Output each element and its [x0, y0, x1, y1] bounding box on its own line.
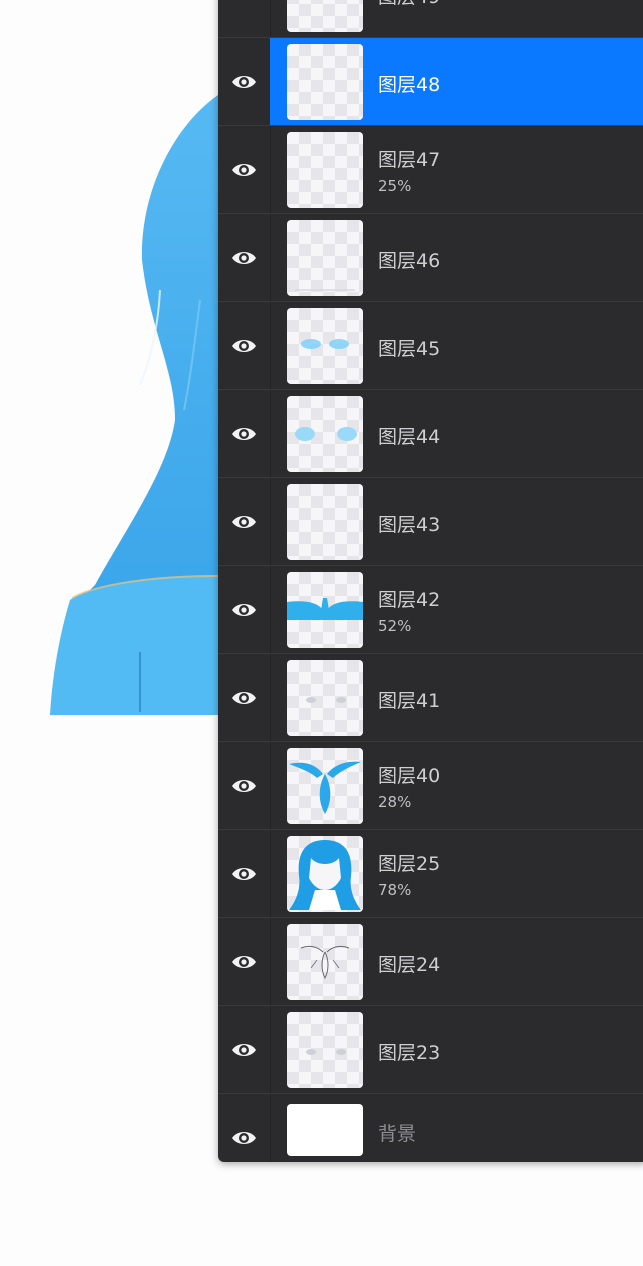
layer-name: 图层25	[378, 853, 441, 875]
layer-name: 图层47	[378, 149, 441, 171]
layer-thumbnail[interactable]	[287, 44, 363, 120]
layer-row[interactable]: 图层23	[218, 1006, 643, 1094]
layer-opacity: 28%	[378, 793, 412, 811]
layer-thumbnail[interactable]	[287, 572, 363, 648]
layer-row-background[interactable]: 背景	[218, 1094, 643, 1162]
layer-row[interactable]: 图层40 28%	[218, 742, 643, 830]
layer-row[interactable]: 图层42 52%	[218, 566, 643, 654]
layer-thumbnail[interactable]	[287, 836, 363, 912]
layer-name: 图层24	[378, 954, 441, 976]
layer-name: 背景	[378, 1123, 417, 1145]
layer-thumbnail[interactable]	[287, 220, 363, 296]
eye-icon[interactable]	[230, 0, 258, 6]
eye-icon[interactable]	[230, 422, 258, 446]
layer-opacity: 52%	[378, 617, 412, 635]
eye-icon[interactable]	[230, 334, 258, 358]
eye-icon[interactable]	[230, 598, 258, 622]
eye-icon[interactable]	[230, 158, 258, 182]
layer-thumbnail[interactable]	[287, 308, 363, 384]
layer-thumbnail[interactable]	[287, 1104, 363, 1156]
layer-name: 图层23	[378, 1042, 441, 1064]
eye-icon[interactable]	[230, 774, 258, 798]
layer-row[interactable]: 图层41	[218, 654, 643, 742]
layer-name: 图层49	[378, 0, 440, 9]
layer-name: 图层42	[378, 589, 441, 611]
layer-thumbnail[interactable]	[287, 660, 363, 736]
layer-thumbnail[interactable]	[287, 748, 363, 824]
layer-thumbnail[interactable]	[287, 132, 363, 208]
layer-row[interactable]: 图层48	[218, 38, 643, 126]
layer-row[interactable]: 图层43	[218, 478, 643, 566]
layer-row[interactable]: 图层49	[218, 0, 643, 38]
eye-icon[interactable]	[230, 246, 258, 270]
layer-name: 图层48	[378, 74, 441, 96]
layer-row[interactable]: 图层46	[218, 214, 643, 302]
layer-row[interactable]: 图层25 78%	[218, 830, 643, 918]
layer-thumbnail[interactable]	[287, 0, 363, 32]
layer-opacity: 78%	[378, 881, 412, 899]
layers-panel: 图层49图层48图层4725%图层46图层45图层44图层43图层4252%图层…	[218, 0, 643, 1162]
layer-name: 图层45	[378, 338, 441, 360]
layer-name: 图层46	[378, 250, 441, 272]
layer-name: 图层40	[378, 765, 441, 787]
eye-icon[interactable]	[230, 1038, 258, 1062]
eye-icon[interactable]	[230, 862, 258, 886]
layer-row[interactable]: 图层47 25%	[218, 126, 643, 214]
eye-icon[interactable]	[230, 950, 258, 974]
eye-icon[interactable]	[230, 70, 258, 94]
layer-name: 图层41	[378, 690, 441, 712]
layer-row[interactable]: 图层44	[218, 390, 643, 478]
layer-thumbnail[interactable]	[287, 1012, 363, 1088]
eye-icon[interactable]	[230, 1126, 258, 1150]
layer-name: 图层44	[378, 426, 441, 448]
layer-opacity: 25%	[378, 177, 412, 195]
layer-thumbnail[interactable]	[287, 396, 363, 472]
layer-thumbnail[interactable]	[287, 924, 363, 1000]
layer-thumbnail[interactable]	[287, 484, 363, 560]
layer-row[interactable]: 图层45	[218, 302, 643, 390]
eye-icon[interactable]	[230, 686, 258, 710]
layer-row[interactable]: 图层24	[218, 918, 643, 1006]
layer-name: 图层43	[378, 514, 441, 536]
eye-icon[interactable]	[230, 510, 258, 534]
